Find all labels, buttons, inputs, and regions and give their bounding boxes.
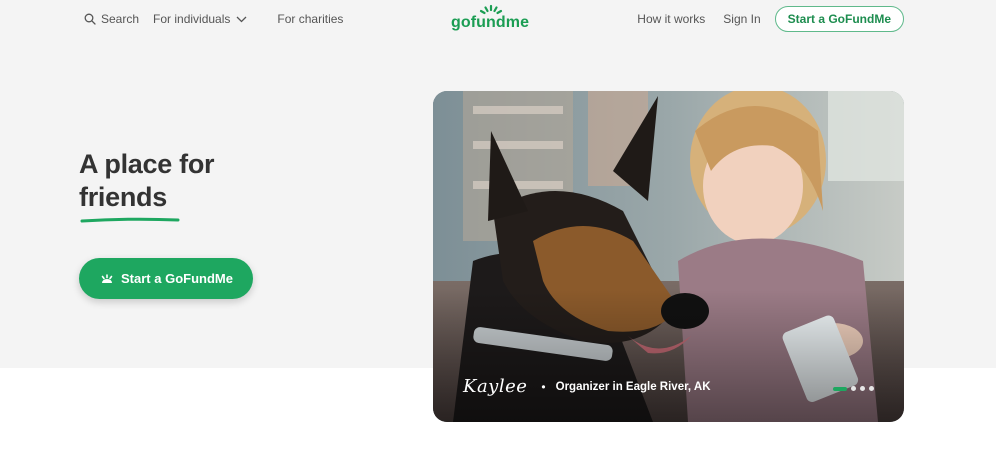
gofundme-logo[interactable]: gofundme bbox=[451, 4, 531, 32]
featured-photo bbox=[433, 91, 904, 422]
for-individuals-dropdown[interactable]: For individuals bbox=[153, 12, 247, 26]
search-label: Search bbox=[101, 12, 140, 26]
caption-separator: • bbox=[541, 379, 546, 394]
sun-icon bbox=[101, 273, 113, 283]
search-icon bbox=[84, 13, 96, 25]
carousel-dot-3[interactable] bbox=[860, 386, 865, 391]
header-start-button[interactable]: Start a GoFundMe bbox=[774, 6, 904, 32]
hero-title-line1: A place for bbox=[79, 149, 215, 179]
hero-title-line2: friends bbox=[79, 182, 167, 212]
hero-start-label: Start a GoFundMe bbox=[121, 271, 233, 286]
for-charities-label: For charities bbox=[277, 12, 344, 26]
for-individuals-label: For individuals bbox=[153, 12, 231, 26]
photo-caption: Kaylee • Organizer in Eagle River, AK bbox=[463, 376, 711, 397]
chevron-down-icon bbox=[236, 16, 247, 22]
header-nav-right: How it works Sign In Start a GoFundMe bbox=[637, 6, 904, 32]
carousel-dot-1[interactable] bbox=[833, 386, 847, 391]
logo-text: gofundme bbox=[451, 14, 530, 31]
for-charities-link[interactable]: For charities bbox=[277, 12, 343, 26]
how-it-works-link[interactable]: How it works bbox=[637, 12, 705, 26]
featured-photo-card[interactable]: Kaylee • Organizer in Eagle River, AK bbox=[433, 91, 904, 422]
hero-start-button[interactable]: Start a GoFundMe bbox=[79, 258, 253, 299]
search-link[interactable]: Search bbox=[84, 12, 139, 26]
carousel-indicators bbox=[829, 386, 874, 391]
hero-title: A place for friends bbox=[79, 148, 279, 214]
carousel-dot-4[interactable] bbox=[869, 386, 874, 391]
title-underline bbox=[80, 217, 180, 223]
carousel-dot-2[interactable] bbox=[851, 386, 856, 391]
organizer-name: Kaylee bbox=[463, 376, 528, 397]
header-nav-left: Search For individuals For charities bbox=[84, 10, 343, 28]
organizer-location: Organizer in Eagle River, AK bbox=[555, 380, 711, 393]
sign-in-link[interactable]: Sign In bbox=[723, 12, 760, 26]
